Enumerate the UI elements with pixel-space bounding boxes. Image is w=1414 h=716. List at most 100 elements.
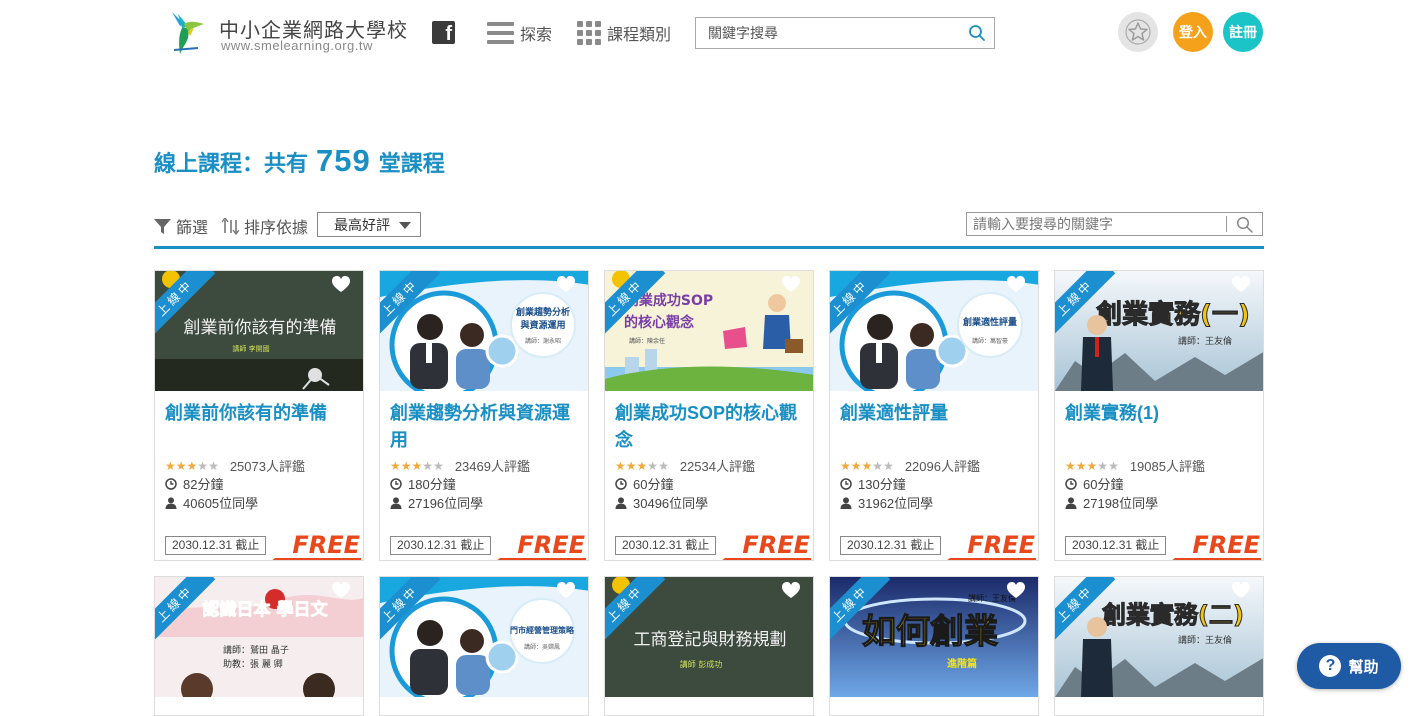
svg-text:與資源運用: 與資源運用: [520, 319, 565, 331]
header-search-box: [695, 17, 995, 49]
heart-icon[interactable]: [1006, 581, 1026, 601]
heart-icon[interactable]: [556, 275, 576, 295]
svg-text:門市經營管理策略: 門市經營管理策略: [510, 625, 575, 635]
course-title[interactable]: 創業前你該有的準備: [165, 400, 355, 427]
svg-text:創業實務(一): 創業實務(一): [1096, 299, 1250, 330]
header-search-input[interactable]: [696, 18, 964, 48]
review-count: 25073人評鑑: [229, 459, 305, 474]
svg-text:講師：萬智豪: 講師：萬智豪: [972, 337, 1008, 345]
favorites-button[interactable]: [1118, 12, 1158, 52]
svg-text:講師 李開國: 講師 李開國: [232, 344, 269, 353]
deadline-badge: 2030.12.31 截止: [1065, 536, 1167, 555]
svg-text:創業適性評量: 創業適性評量: [962, 316, 1017, 328]
site-logo[interactable]: 中小企業網路大學校 www.smelearning.org.tw: [168, 10, 408, 58]
grid-icon: [577, 21, 601, 45]
course-card[interactable]: 工商登記與財務規劃 講師 彭成功 上線中: [604, 576, 814, 716]
search-icon[interactable]: [1236, 216, 1253, 233]
course-card[interactable]: 創業適性評量 講師：萬智豪 上線中 創業適性評量 ★ ★ ★ ★ ★ 22096人評鑑 …: [829, 270, 1039, 561]
course-students: 30496位同學: [615, 493, 708, 512]
free-tag: FREE: [722, 531, 811, 560]
list-toolbar: 篩選 排序依據 最高好評: [154, 212, 1264, 238]
sort-icon: [222, 217, 239, 235]
heart-icon[interactable]: [781, 275, 801, 295]
filter-button[interactable]: 篩選: [154, 214, 208, 238]
register-button[interactable]: 註冊: [1223, 12, 1263, 52]
svg-text:講師：吳嫦鳳: 講師：吳嫦鳳: [524, 643, 560, 651]
course-search-input[interactable]: [967, 213, 1225, 235]
clock-icon: [840, 477, 852, 490]
nav-course-category[interactable]: 課程類別: [577, 18, 671, 48]
course-duration: 130分鐘: [840, 474, 906, 493]
user-icon: [390, 496, 402, 509]
svg-text:講師：王友倫: 講師：王友倫: [1178, 335, 1232, 347]
course-duration: 60分鐘: [615, 474, 673, 493]
clock-icon: [615, 477, 627, 490]
course-title[interactable]: 創業實務(1): [1065, 400, 1255, 427]
rating-stars-icon: ★ ★ ★ ★ ★: [840, 458, 894, 473]
svg-text:講師 彭成功: 講師 彭成功: [680, 659, 723, 669]
svg-text:講師：王友倫: 講師：王友倫: [1178, 634, 1232, 646]
course-card[interactable]: 認識日本 學日文 講師：鷲田 晶子 助教：張 麗 卿 上線中: [154, 576, 364, 716]
heart-icon[interactable]: [556, 581, 576, 601]
heart-icon[interactable]: [781, 581, 801, 601]
course-card[interactable]: 門市經營管理策略 講師：吳嫦鳳 上線中: [379, 576, 589, 716]
clock-icon: [165, 477, 177, 490]
rating-stars-icon: ★ ★ ★ ★ ★: [390, 458, 444, 473]
free-tag: FREE: [1172, 531, 1261, 560]
review-count: 19085人評鑑: [1129, 459, 1205, 474]
course-card[interactable]: 創業實務(一) 講師：王友倫 上線中 創業實務(1) ★ ★ ★ ★ ★ 19085人評…: [1054, 270, 1264, 561]
course-duration: 180分鐘: [390, 474, 456, 493]
rating-stars-icon: ★ ★ ★ ★ ★: [615, 458, 669, 473]
help-button[interactable]: ? 幫助: [1297, 643, 1401, 689]
svg-text:創業實務(二): 創業實務(二): [1102, 601, 1244, 629]
course-duration: 82分鐘: [165, 474, 223, 493]
svg-text:進階篇: 進階篇: [947, 657, 977, 670]
filter-icon: [154, 218, 171, 234]
svg-text:如何創業: 如何創業: [862, 612, 998, 652]
svg-text:FREE: FREE: [1192, 531, 1260, 559]
course-card[interactable]: 創業成功SOP 的核心觀念 講師：陳余任 上線中 創業成功SOP的核心觀念 ★ ★…: [604, 270, 814, 561]
toolbar-divider: [154, 246, 1264, 249]
course-card[interactable]: 創業趨勢分析 與資源運用 講師：謝永昭 上線中 創業趨勢分析與資源運用 ★ ★ ★ ★…: [379, 270, 589, 561]
course-search-box: [966, 212, 1263, 236]
svg-text:講師：謝永昭: 講師：謝永昭: [525, 337, 561, 345]
heart-icon[interactable]: [1231, 581, 1251, 601]
review-count: 22096人評鑑: [904, 459, 980, 474]
course-card[interactable]: 創業前你該有的準備 講師 李開國 上線中 創業前你該有的準備 ★ ★ ★ ★ ★ 250…: [154, 270, 364, 561]
login-button[interactable]: 登入: [1173, 12, 1213, 52]
course-card[interactable]: 如何創業 講師：王友倫 進階篇 上線中: [829, 576, 1039, 716]
nav-explore[interactable]: 探索: [487, 18, 552, 48]
svg-text:講師：陳余任: 講師：陳余任: [629, 337, 665, 345]
search-icon[interactable]: [968, 24, 986, 42]
svg-text:助教：張 麗 卿: 助教：張 麗 卿: [223, 658, 283, 670]
heart-icon[interactable]: [331, 581, 351, 601]
site-header: 中小企業網路大學校 www.smelearning.org.tw f 探索 課程…: [0, 0, 1414, 66]
heart-icon[interactable]: [1006, 275, 1026, 295]
chevron-down-icon: [399, 222, 411, 229]
page-title-suffix: 堂課程: [378, 151, 445, 176]
clock-icon: [390, 477, 402, 490]
sort-selected-value: 最高好評: [334, 216, 390, 233]
course-duration: 60分鐘: [1065, 474, 1123, 493]
heart-icon[interactable]: [1231, 275, 1251, 295]
review-count: 22534人評鑑: [679, 459, 755, 474]
course-students: 31962位同學: [840, 493, 933, 512]
page-title: 線上課程：共有 759 堂課程: [154, 143, 445, 179]
svg-text:FREE: FREE: [742, 531, 810, 559]
sort-select[interactable]: 最高好評: [317, 212, 421, 237]
course-rating: ★ ★ ★ ★ ★ 25073人評鑑: [165, 456, 305, 475]
rating-stars-icon: ★ ★ ★ ★ ★: [1065, 458, 1119, 473]
course-count: 759: [316, 143, 371, 178]
sort-by-label: 排序依據: [222, 214, 308, 238]
course-card[interactable]: 創業實務(二) 講師：王友倫 上線中: [1054, 576, 1264, 716]
svg-text:創業前你該有的準備: 創業前你該有的準備: [184, 318, 337, 338]
deadline-badge: 2030.12.31 截止: [390, 536, 492, 555]
course-title[interactable]: 創業成功SOP的核心觀念: [615, 400, 805, 454]
course-title[interactable]: 創業趨勢分析與資源運用: [390, 400, 580, 454]
course-title[interactable]: 創業適性評量: [840, 400, 1030, 427]
user-icon: [1065, 496, 1077, 509]
star-badge-icon: [1125, 19, 1151, 45]
heart-icon[interactable]: [331, 275, 351, 295]
svg-text:FREE: FREE: [292, 531, 360, 559]
facebook-icon[interactable]: f: [432, 21, 455, 45]
